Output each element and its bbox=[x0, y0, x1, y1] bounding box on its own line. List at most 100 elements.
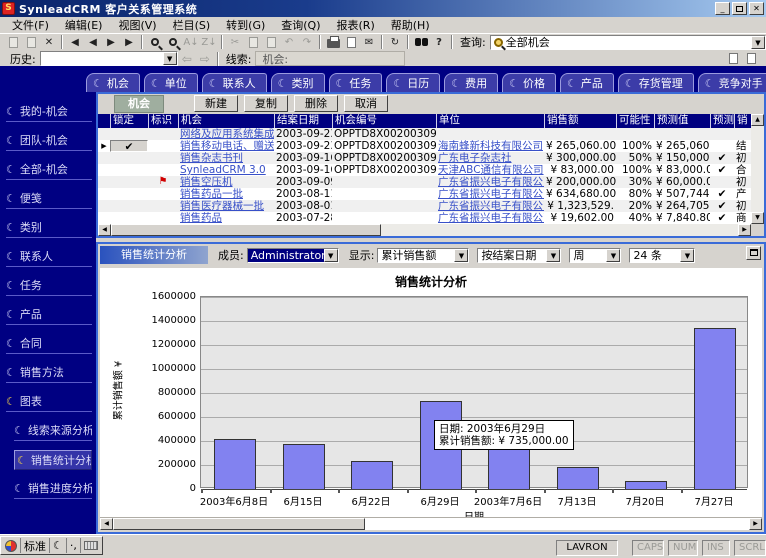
column-header[interactable]: 预测值 bbox=[654, 114, 710, 128]
count-dropdown-arrow[interactable]: ▼ bbox=[680, 249, 694, 262]
delete-record-button[interactable]: 删除 bbox=[294, 95, 338, 112]
ime-softkbd-button[interactable] bbox=[80, 538, 101, 553]
table-row[interactable]: 销售药品一批2003-08-11广东省振兴电子有限公司¥ 634,680.008… bbox=[98, 188, 751, 200]
scroll-left-arrow[interactable]: ◀ bbox=[100, 518, 113, 530]
unit-link[interactable]: 广东电子杂志社 bbox=[436, 152, 544, 164]
sidebar-item[interactable]: ☾任务 bbox=[6, 276, 92, 296]
opportunity-link[interactable]: SynleadCRM 3.0 bbox=[178, 164, 274, 176]
table-row[interactable]: ⚑销售空压机2003-09-09广东省振兴电子有限公司¥ 200,000.003… bbox=[98, 176, 751, 188]
filter-search-button[interactable] bbox=[164, 34, 182, 50]
tab-4[interactable]: ☾任务 bbox=[329, 73, 383, 92]
column-header[interactable]: 机会 bbox=[178, 114, 274, 128]
unit-link[interactable]: 广东省振兴电子有限公司 bbox=[436, 212, 544, 224]
sidebar-item[interactable]: ☾图表 bbox=[6, 392, 92, 412]
copy-button[interactable] bbox=[244, 34, 262, 50]
context-help-button[interactable]: ? bbox=[430, 34, 448, 50]
grid-vertical-scrollbar[interactable]: ▲ ▼ bbox=[751, 114, 764, 224]
sidebar-item[interactable]: ☾销售进度分析 bbox=[14, 479, 92, 499]
period-dropdown-arrow[interactable]: ▼ bbox=[606, 249, 620, 262]
display-combobox[interactable]: 累计销售额 ▼ bbox=[377, 248, 469, 263]
delete-button[interactable]: ✕ bbox=[40, 34, 58, 50]
sort-desc-button[interactable]: Z↓ bbox=[200, 34, 218, 50]
menu-item[interactable]: 栏目(S) bbox=[165, 16, 219, 34]
print-preview-button[interactable] bbox=[342, 34, 360, 50]
opportunity-link[interactable]: 销售药品 bbox=[178, 212, 274, 224]
column-header[interactable]: 销 bbox=[734, 114, 751, 128]
ime-mode-button[interactable] bbox=[2, 538, 20, 553]
sidebar-item[interactable]: ☾便笺 bbox=[6, 189, 92, 209]
history-combobox[interactable]: ▼ bbox=[40, 51, 178, 66]
print-button[interactable] bbox=[324, 34, 342, 50]
copy-record-button[interactable]: 复制 bbox=[244, 95, 288, 112]
unit-link[interactable] bbox=[436, 128, 544, 140]
menu-item[interactable]: 视图(V) bbox=[110, 16, 164, 34]
chart-bar[interactable] bbox=[214, 439, 256, 489]
sidebar-item[interactable]: ☾合同 bbox=[6, 334, 92, 354]
report-button-2[interactable] bbox=[742, 51, 760, 67]
count-combobox[interactable]: 24 条 ▼ bbox=[629, 248, 695, 263]
tab-10[interactable]: ☾竞争对手 bbox=[698, 73, 766, 92]
group-dropdown-arrow[interactable]: ▼ bbox=[546, 249, 560, 262]
chart-bar[interactable] bbox=[625, 481, 667, 489]
table-row[interactable]: 销售药品2003-07-28广东省振兴电子有限公司¥ 19,602.0040%¥… bbox=[98, 212, 751, 224]
sidebar-item[interactable]: ☾销售方法 bbox=[6, 363, 92, 383]
column-header[interactable]: 单位 bbox=[436, 114, 544, 128]
query-combobox[interactable]: 全部机会 ▼ bbox=[490, 35, 766, 50]
column-header[interactable]: 预测 bbox=[710, 114, 734, 128]
sidebar-item[interactable]: ☾团队-机会 bbox=[6, 131, 92, 151]
tab-active[interactable]: ☾机会 bbox=[86, 73, 140, 92]
sidebar-item[interactable]: ☾联系人 bbox=[6, 247, 92, 267]
unit-link[interactable]: 广东省振兴电子有限公司 bbox=[436, 200, 544, 212]
table-row[interactable]: 网络及应用系统集成2003-09-23OPPTD8X0020030923001 bbox=[98, 128, 751, 140]
unit-link[interactable]: 海南蜂新科技有限公司 bbox=[436, 140, 544, 152]
scrollbar-thumb[interactable] bbox=[113, 518, 365, 530]
find-button[interactable] bbox=[412, 34, 430, 50]
nav-first-button[interactable]: ◀ bbox=[66, 34, 84, 50]
nav-last-button[interactable]: ▶ bbox=[120, 34, 138, 50]
tab-9[interactable]: ☾存货管理 bbox=[618, 73, 694, 92]
nav-prev-button[interactable]: ◀ bbox=[84, 34, 102, 50]
column-header[interactable]: 结案日期 bbox=[274, 114, 332, 128]
chart-bar[interactable] bbox=[557, 467, 599, 489]
sidebar-item[interactable]: ☾线索来源分析 bbox=[14, 421, 92, 441]
unit-link[interactable]: 天津ABC通信有限公司 bbox=[436, 164, 544, 176]
opportunity-link[interactable]: 销售空压机 bbox=[178, 176, 274, 188]
ime-fullhalf-button[interactable]: ☾ bbox=[49, 538, 66, 553]
close-button[interactable]: ✕ bbox=[749, 2, 764, 15]
chart-horizontal-scrollbar[interactable]: ◀ ▶ bbox=[100, 517, 762, 530]
table-row[interactable]: ▶✔销售移动电话、赠送2003-09-23OPPTD8X002003092300… bbox=[98, 140, 751, 152]
menu-item[interactable]: 帮助(H) bbox=[383, 16, 438, 34]
sidebar-item[interactable]: ☾全部-机会 bbox=[6, 160, 92, 180]
new-record-button[interactable]: 新建 bbox=[194, 95, 238, 112]
menu-item[interactable]: 编辑(E) bbox=[57, 16, 111, 34]
opportunity-link[interactable]: 销售移动电话、赠送 bbox=[178, 140, 274, 152]
scroll-up-arrow[interactable]: ▲ bbox=[751, 114, 764, 126]
scrollbar-thumb[interactable] bbox=[111, 224, 381, 236]
opportunity-link[interactable]: 销售医疗器械一批 bbox=[178, 200, 274, 212]
sidebar-item[interactable]: ☾类别 bbox=[6, 218, 92, 238]
menu-item[interactable]: 文件(F) bbox=[4, 16, 57, 34]
display-dropdown-arrow[interactable]: ▼ bbox=[454, 249, 468, 262]
mail-button[interactable]: ✉ bbox=[360, 34, 378, 50]
back-button[interactable]: ⇦ bbox=[178, 51, 196, 67]
sort-asc-button[interactable]: A↓ bbox=[182, 34, 200, 50]
search-button[interactable] bbox=[146, 34, 164, 50]
opportunity-link[interactable]: 网络及应用系统集成 bbox=[178, 128, 274, 140]
sidebar-item[interactable]: ☾销售统计分析 bbox=[14, 450, 92, 470]
query-dropdown-arrow[interactable]: ▼ bbox=[751, 36, 765, 49]
chart-bar[interactable] bbox=[694, 328, 736, 489]
menu-item[interactable]: 报表(R) bbox=[329, 16, 383, 34]
menu-item[interactable]: 查询(Q) bbox=[273, 16, 328, 34]
tab-2[interactable]: ☾联系人 bbox=[202, 73, 267, 92]
opportunity-link[interactable]: 销售杂志书刊 bbox=[178, 152, 274, 164]
tab-6[interactable]: ☾费用 bbox=[444, 73, 498, 92]
ime-style-button[interactable]: 标准 bbox=[20, 538, 49, 553]
tab-1[interactable]: ☾单位 bbox=[144, 73, 198, 92]
scroll-down-arrow[interactable]: ▼ bbox=[751, 212, 764, 224]
tab-7[interactable]: ☾价格 bbox=[502, 73, 556, 92]
table-row[interactable]: 销售医疗器械一批2003-08-01广东省振兴电子有限公司¥ 1,323,529… bbox=[98, 200, 751, 212]
table-row[interactable]: SynleadCRM 3.02003-09-16OPPTD8X002003091… bbox=[98, 164, 751, 176]
group-combobox[interactable]: 按结案日期 ▼ bbox=[477, 248, 561, 263]
unit-link[interactable]: 广东省振兴电子有限公司 bbox=[436, 188, 544, 200]
redo-button[interactable]: ↷ bbox=[298, 34, 316, 50]
